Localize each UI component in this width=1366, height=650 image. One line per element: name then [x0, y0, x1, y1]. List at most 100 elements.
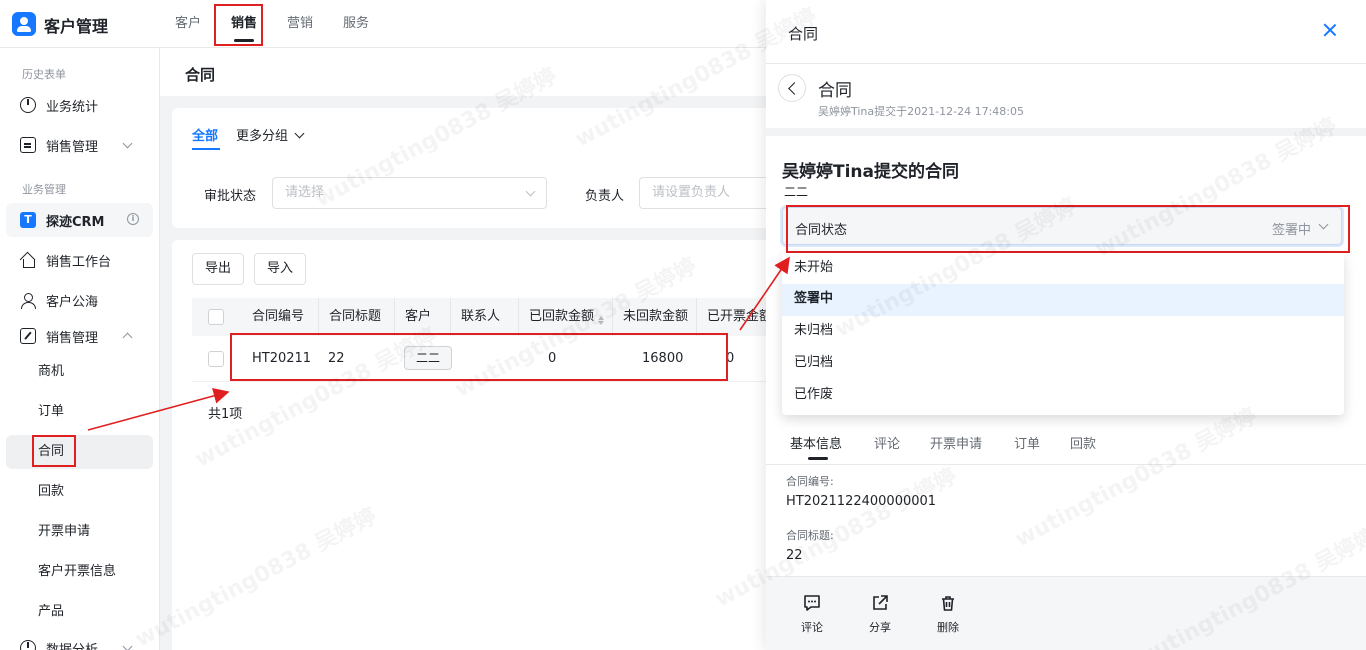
chevron-up-icon [122, 332, 133, 343]
sidebar: 历史表单 业务统计 销售管理 业务管理 T 探迹CRM i 销售工作台 客户公海… [0, 48, 160, 650]
contract-status-select[interactable]: 合同状态 签署中 [782, 207, 1342, 245]
sidebar-item-sales-management-history[interactable]: 销售管理 [6, 128, 153, 162]
chevron-down-icon [122, 138, 133, 149]
sidebar-item-label: 数据分析 [46, 642, 99, 650]
cell-invoiced-amount: 0 [726, 351, 735, 366]
status-option-voided[interactable]: 已作废 [782, 380, 1344, 412]
nav-tab-marketing[interactable]: 营销 [272, 0, 328, 48]
column-header-paid-amount[interactable]: 已回款金额 [518, 298, 612, 336]
import-button[interactable]: 导入 [254, 253, 307, 285]
tab-comments[interactable]: 评论 [874, 433, 900, 452]
owner-label: 负责人 [585, 189, 625, 204]
tab-all[interactable]: 全部 [192, 125, 221, 150]
top-bar: 客户管理 客户 销售 营销 服务 [0, 0, 766, 48]
nav-tab-service[interactable]: 服务 [328, 0, 384, 48]
comment-button[interactable]: 评论 [792, 593, 832, 635]
pie-chart-icon [20, 97, 36, 113]
status-option-signing[interactable]: 签署中 [782, 284, 1344, 316]
sidebar-section-history: 历史表单 [22, 68, 66, 81]
owner-select[interactable]: 请设置负责人 [639, 177, 766, 209]
share-icon [873, 595, 888, 610]
approval-status-label: 审批状态 [204, 189, 257, 204]
info-icon[interactable]: i [127, 213, 139, 225]
tab-more-groups[interactable]: 更多分组 [236, 125, 305, 144]
cell-contract-id: HT20211 [252, 351, 312, 366]
status-option-not-started[interactable]: 未开始 [782, 253, 1344, 285]
tab-payments[interactable]: 回款 [1070, 433, 1096, 452]
cell-contract-title: 22 [328, 351, 345, 366]
sidebar-item-label: 销售管理 [46, 330, 99, 346]
drawer-title: 合同 [788, 25, 819, 43]
edit-icon [20, 328, 36, 344]
contract-id-value: HT2021122400000001 [786, 494, 937, 509]
nav-tab-sales[interactable]: 销售 [216, 0, 272, 48]
sidebar-item-payment[interactable]: 回款 [6, 475, 153, 509]
contract-table-panel: 导出 导入 合同编号 合同标题 客户 联系人 已回款金额 未回款金额 已开票金额… [172, 240, 772, 650]
table-header: 合同编号 合同标题 客户 联系人 已回款金额 未回款金额 已开票金额 [192, 298, 772, 336]
column-header-contract-title[interactable]: 合同标题 [318, 298, 394, 336]
export-button[interactable]: 导出 [192, 253, 245, 285]
sidebar-item-customer-invoice-info[interactable]: 客户开票信息 [6, 555, 153, 589]
sidebar-item-sales-management[interactable]: 销售管理 [6, 319, 153, 353]
contract-status-value: 签署中 [1271, 223, 1311, 238]
sidebar-item-invoice-request[interactable]: 开票申请 [6, 515, 153, 549]
column-header-label: 已回款金额 [529, 309, 595, 324]
page-title: 合同 [185, 66, 216, 84]
sidebar-item-label: 客户公海 [46, 294, 99, 310]
document-title: 吴婷婷Tina提交的合同 [782, 162, 959, 182]
chevron-down-icon [1318, 219, 1329, 230]
column-header-customer[interactable]: 客户 [394, 298, 450, 336]
status-dropdown-menu: 未开始 签署中 未归档 已归档 已作废 [782, 253, 1344, 415]
back-arrow-icon[interactable] [778, 74, 806, 102]
column-header-contract-id[interactable]: 合同编号 [242, 298, 318, 336]
sidebar-item-orders[interactable]: 订单 [6, 395, 153, 429]
owner-placeholder: 请设置负责人 [652, 185, 731, 200]
tab-basic-info[interactable]: 基本信息 [790, 433, 842, 460]
sidebar-item-opportunity[interactable]: 商机 [6, 355, 153, 389]
sidebar-item-label: 业务统计 [46, 99, 99, 115]
filter-panel: 全部 更多分组 审批状态 请选择 负责人 请设置负责人 [172, 108, 766, 228]
contract-detail-drawer: 合同 合同 吴婷婷Tina提交于2021-12-24 17:48:05 吴婷婷T… [766, 0, 1366, 650]
sidebar-item-contract[interactable]: 合同 [6, 435, 153, 469]
total-count: 共1项 [208, 407, 243, 422]
chevron-down-icon [525, 186, 536, 197]
app-title: 客户管理 [44, 17, 109, 36]
sidebar-item-label: 探迹CRM [46, 214, 105, 230]
sidebar-item-data-analysis[interactable]: 数据分析 [6, 631, 153, 650]
cell-unpaid-amount: 16800 [642, 351, 684, 366]
sidebar-item-label: 销售管理 [46, 139, 99, 155]
tab-orders[interactable]: 订单 [1014, 433, 1040, 452]
approval-status-select[interactable]: 请选择 [272, 177, 547, 209]
form-icon [20, 137, 36, 153]
sidebar-item-workbench[interactable]: 销售工作台 [6, 243, 153, 277]
pie-chart-icon [20, 640, 36, 650]
submit-meta: 吴婷婷Tina提交于2021-12-24 17:48:05 [818, 105, 1024, 118]
contract-status-label: 合同状态 [795, 223, 848, 238]
nav-tab-customer[interactable]: 客户 [160, 0, 216, 48]
customer-tag[interactable]: 二二 [404, 346, 453, 370]
column-header-unpaid-amount[interactable]: 未回款金额 [612, 298, 696, 336]
row-checkbox[interactable] [208, 351, 224, 367]
cell-paid-amount: 0 [548, 351, 557, 366]
contract-title-value: 22 [786, 548, 803, 563]
status-option-archived[interactable]: 已归档 [782, 348, 1344, 380]
tab-invoice-request[interactable]: 开票申请 [930, 433, 982, 452]
approval-status-placeholder: 请选择 [285, 185, 325, 200]
share-button[interactable]: 分享 [860, 593, 900, 635]
sidebar-item-product[interactable]: 产品 [6, 595, 153, 629]
crm-logo-icon: T [20, 212, 36, 228]
user-icon [20, 292, 36, 309]
section-divider [766, 128, 1366, 136]
close-icon[interactable] [1322, 22, 1338, 38]
status-option-unarchived[interactable]: 未归档 [782, 316, 1344, 348]
sidebar-item-business-stats[interactable]: 业务统计 [6, 88, 153, 122]
select-all-checkbox[interactable] [208, 309, 224, 325]
sidebar-item-customer-pool[interactable]: 客户公海 [6, 283, 153, 317]
sidebar-item-crm[interactable]: T 探迹CRM i [6, 203, 153, 237]
chevron-down-icon [294, 128, 305, 139]
sidebar-section-business: 业务管理 [22, 183, 66, 196]
chevron-down-icon [122, 641, 133, 650]
delete-button[interactable]: 删除 [928, 593, 968, 635]
column-header-contact[interactable]: 联系人 [450, 298, 518, 336]
table-row[interactable]: HT20211 22 二二 0 16800 0 [192, 336, 766, 382]
